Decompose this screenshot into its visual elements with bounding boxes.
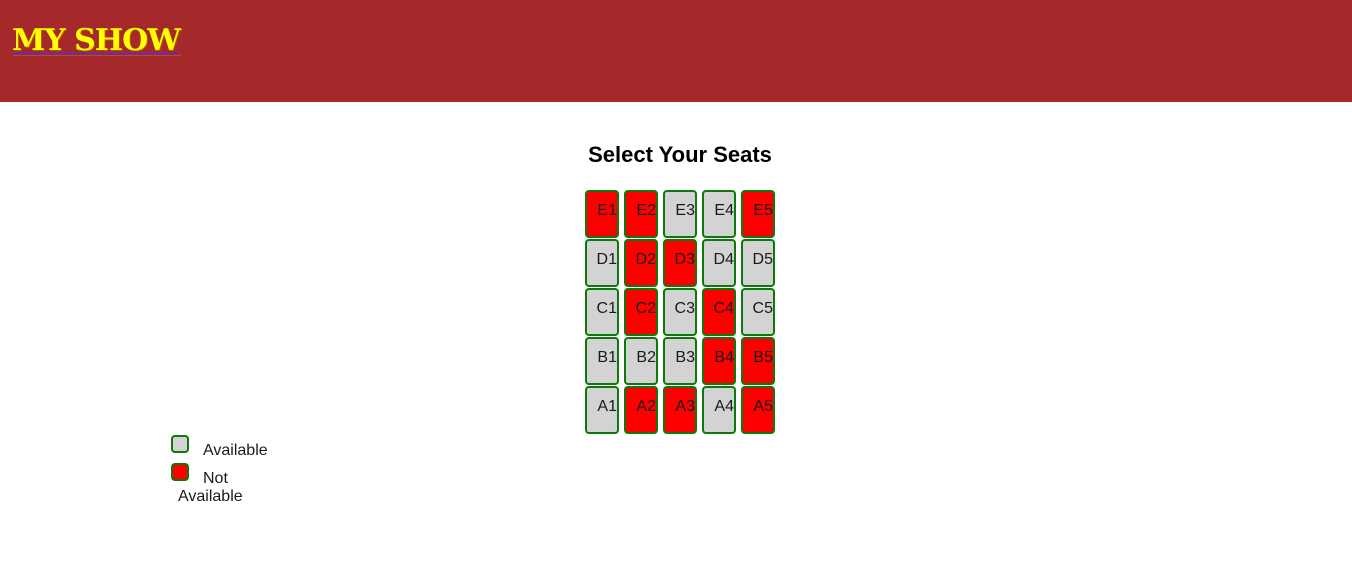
legend-item-unavailable: Not Available [171, 463, 291, 505]
seat-row-a: A1 A2 A3 A4 A5 [585, 386, 780, 435]
seat-row-d: D1 D2 D3 D4 D5 [585, 239, 780, 288]
site-logo[interactable]: MY SHOW [12, 22, 181, 60]
seat-e2[interactable]: E2 [624, 190, 658, 238]
seat-b2[interactable]: B2 [624, 337, 658, 385]
seat-grid: E1 E2 E3 E4 E5 D1 D2 D3 D4 D5 C1 C2 C3 C4 C5 B1 B2 B3 B4 B5… [585, 190, 780, 435]
seat-a1[interactable]: A1 [585, 386, 619, 434]
page-title: Select Your Seats [588, 142, 772, 167]
seat-b4[interactable]: B4 [702, 337, 736, 385]
legend-item-available: Available [171, 435, 291, 463]
seat-a2[interactable]: A2 [624, 386, 658, 434]
seat-c1[interactable]: C1 [585, 288, 619, 336]
seat-legend: Available Not Available [171, 435, 291, 505]
available-swatch-icon [171, 435, 189, 453]
seat-d1[interactable]: D1 [585, 239, 619, 287]
seat-d5[interactable]: D5 [741, 239, 775, 287]
legend-label-available: Available [203, 442, 268, 459]
seat-e3[interactable]: E3 [663, 190, 697, 238]
seat-row-e: E1 E2 E3 E4 E5 [585, 190, 780, 239]
header-bar: MY SHOW [0, 0, 1352, 102]
seat-row-c: C1 C2 C3 C4 C5 [585, 288, 780, 337]
seat-e1[interactable]: E1 [585, 190, 619, 238]
seat-b3[interactable]: B3 [663, 337, 697, 385]
seat-a5[interactable]: A5 [741, 386, 775, 434]
seat-row-b: B1 B2 B3 B4 B5 [585, 337, 780, 386]
seat-e5[interactable]: E5 [741, 190, 775, 238]
seat-c5[interactable]: C5 [741, 288, 775, 336]
seat-d3[interactable]: D3 [663, 239, 697, 287]
seat-b5[interactable]: B5 [741, 337, 775, 385]
seat-c4[interactable]: C4 [702, 288, 736, 336]
seat-c3[interactable]: C3 [663, 288, 697, 336]
seat-a4[interactable]: A4 [702, 386, 736, 434]
seat-b1[interactable]: B1 [585, 337, 619, 385]
seat-a3[interactable]: A3 [663, 386, 697, 434]
seat-d4[interactable]: D4 [702, 239, 736, 287]
legend-label-unavailable: Not Available [178, 470, 243, 505]
seat-d2[interactable]: D2 [624, 239, 658, 287]
seat-c2[interactable]: C2 [624, 288, 658, 336]
seat-e4[interactable]: E4 [702, 190, 736, 238]
